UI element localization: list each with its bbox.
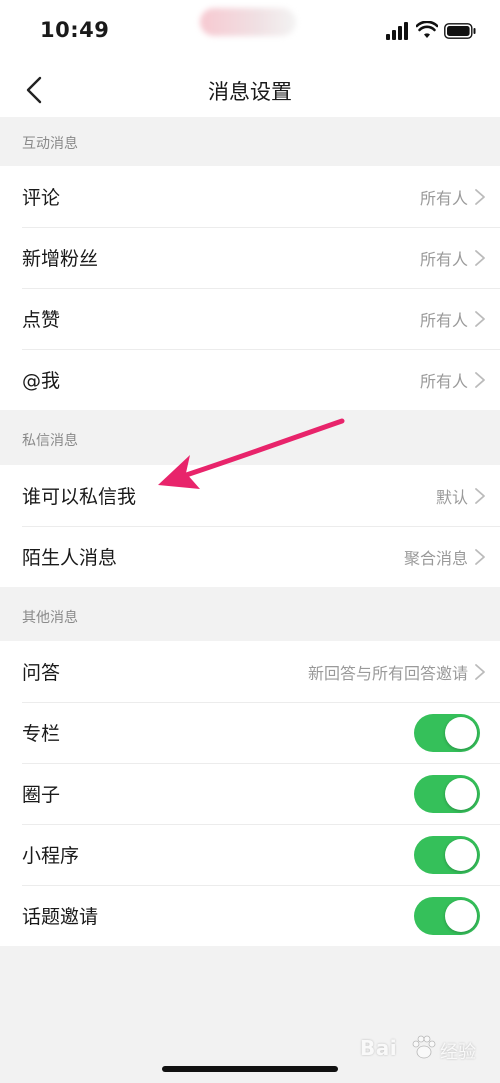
circle-toggle[interactable] [414, 775, 480, 813]
interaction-group: 评论 所有人 新增粉丝 所有人 点赞 所有人 @我 所有人 [0, 166, 500, 410]
watermark-brand: Bai [360, 1036, 398, 1060]
status-time: 10:49 [40, 18, 110, 42]
row-value: 聚合消息 [403, 548, 468, 568]
toggle-knob [445, 717, 477, 749]
section-header-private: 私信消息 [0, 410, 500, 465]
chevron-right-icon [475, 548, 485, 565]
watermark-suffix: 经验 [440, 1042, 476, 1063]
toggle-knob [445, 839, 477, 871]
toggle-knob [445, 778, 477, 810]
chevron-right-icon [475, 310, 485, 327]
row-value: 所有人 [419, 249, 468, 269]
wifi-icon [416, 21, 438, 38]
chevron-right-icon [475, 663, 485, 680]
settings-page: 10:49 消息设置 互动消息 评论 所有人 新增粉丝 所有人 点赞 所有人 @… [0, 0, 500, 1083]
row-mini-program: 小程序 [0, 824, 500, 885]
section-header-interaction: 互动消息 [0, 117, 500, 166]
row-mentions[interactable]: @我 所有人 [0, 349, 500, 410]
row-value: 所有人 [419, 310, 468, 330]
row-label: 点赞 [22, 309, 61, 331]
chevron-right-icon [475, 487, 485, 504]
signal-icon [386, 22, 408, 40]
baidu-watermark: Bai 经验 [360, 1030, 490, 1070]
row-label: @我 [22, 370, 61, 392]
mini-program-toggle[interactable] [414, 836, 480, 874]
row-comment[interactable]: 评论 所有人 [0, 166, 500, 227]
row-new-followers[interactable]: 新增粉丝 所有人 [0, 227, 500, 288]
status-bar: 10:49 [0, 0, 500, 62]
row-value: 所有人 [419, 188, 468, 208]
column-toggle[interactable] [414, 714, 480, 752]
row-circle: 圈子 [0, 763, 500, 824]
row-label: 陌生人消息 [22, 547, 118, 569]
page-title: 消息设置 [208, 80, 292, 104]
row-value: 所有人 [419, 371, 468, 391]
row-column: 专栏 [0, 702, 500, 763]
home-indicator[interactable] [162, 1066, 338, 1072]
row-topic-invite: 话题邀请 [0, 885, 500, 946]
row-qa[interactable]: 问答 新回答与所有回答邀请 [0, 641, 500, 702]
paw-icon [412, 1035, 436, 1059]
blurred-notification-pill [200, 8, 296, 36]
other-message-group: 问答 新回答与所有回答邀请 专栏 圈子 小程序 话题邀请 [0, 641, 500, 946]
topic-invite-toggle[interactable] [414, 897, 480, 935]
toggle-knob [445, 900, 477, 932]
chevron-right-icon [475, 249, 485, 266]
row-label: 圈子 [22, 784, 61, 806]
row-label: 评论 [22, 187, 61, 209]
row-likes[interactable]: 点赞 所有人 [0, 288, 500, 349]
row-label: 话题邀请 [22, 906, 99, 928]
row-label: 小程序 [22, 845, 80, 867]
row-label: 谁可以私信我 [22, 486, 137, 508]
private-message-group: 谁可以私信我 默认 陌生人消息 聚合消息 [0, 465, 500, 587]
row-value: 新回答与所有回答邀请 [307, 663, 468, 683]
chevron-right-icon [475, 188, 485, 205]
row-label: 专栏 [22, 723, 61, 745]
section-header-other: 其他消息 [0, 587, 500, 641]
navigation-bar: 消息设置 [0, 62, 500, 117]
row-value: 默认 [435, 487, 468, 507]
battery-icon [444, 23, 476, 39]
row-who-can-dm[interactable]: 谁可以私信我 默认 [0, 465, 500, 526]
row-label: 问答 [22, 662, 61, 684]
row-stranger-messages[interactable]: 陌生人消息 聚合消息 [0, 526, 500, 587]
row-label: 新增粉丝 [22, 248, 99, 270]
chevron-right-icon [475, 371, 485, 388]
